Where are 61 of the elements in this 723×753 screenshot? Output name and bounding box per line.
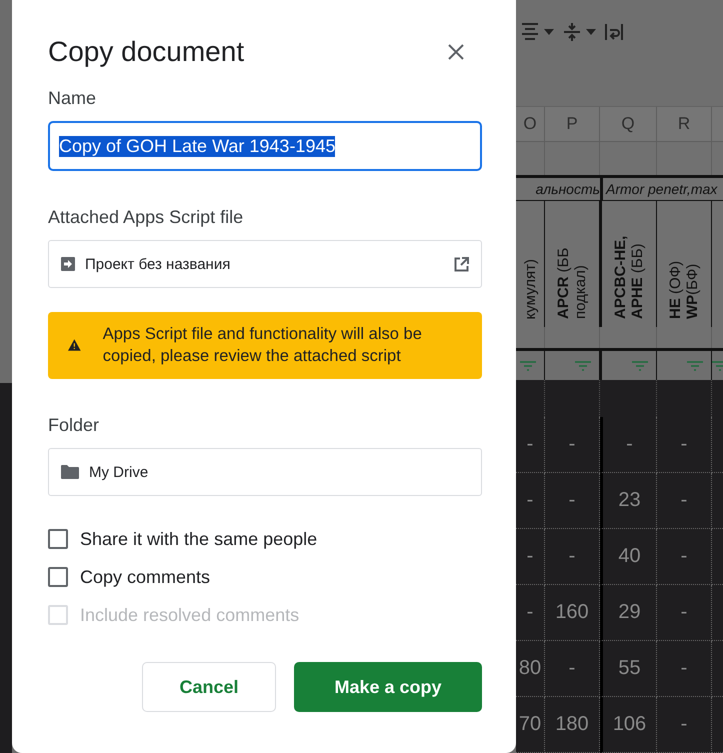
- dialog-title: Copy document: [48, 36, 244, 68]
- table-cell: 29: [600, 585, 657, 641]
- script-label: Attached Apps Script file: [48, 207, 244, 228]
- table-cell: -: [545, 473, 600, 529]
- folder-field[interactable]: My Drive: [48, 448, 482, 496]
- table-cell: -: [657, 641, 712, 697]
- table-cell: -: [657, 585, 712, 641]
- table-cell: -: [600, 417, 657, 473]
- align-center-icon[interactable]: [520, 22, 540, 42]
- text-wrap-icon[interactable]: [604, 22, 624, 42]
- filter-icon[interactable]: [520, 360, 536, 370]
- table-cell: 160: [545, 585, 600, 641]
- group-header: альность: [516, 175, 600, 201]
- table-cell: 106: [600, 697, 657, 753]
- field-header: кумулят): [522, 258, 538, 319]
- close-icon: [446, 42, 466, 62]
- column-header[interactable]: R: [657, 107, 712, 142]
- caret-icon: [586, 29, 596, 35]
- table-cell: -: [657, 697, 712, 753]
- table-cell: [657, 380, 712, 417]
- table-cell: -: [657, 529, 712, 585]
- table-cell: 40: [600, 529, 657, 585]
- folder-icon: [61, 465, 79, 479]
- table-cell: [600, 380, 657, 417]
- table-cell: 23: [600, 473, 657, 529]
- table-cell: -: [545, 529, 600, 585]
- table-cell: 55: [600, 641, 657, 697]
- column-header[interactable]: Q: [600, 107, 657, 142]
- table-cell: -: [516, 585, 545, 641]
- column-header[interactable]: O: [516, 107, 545, 142]
- column-header[interactable]: P: [545, 107, 600, 142]
- vertical-align-icon[interactable]: [562, 22, 582, 42]
- open-external-icon[interactable]: [454, 256, 469, 272]
- table-cell: -: [545, 417, 600, 473]
- table-cell: 180: [545, 697, 600, 753]
- filter-icon[interactable]: [632, 360, 648, 370]
- filter-icon[interactable]: [575, 360, 591, 370]
- field-header: HE (ОФ) WP(БФ): [667, 260, 701, 319]
- table-cell: -: [545, 641, 600, 697]
- filter-icon[interactable]: [687, 360, 703, 370]
- option-checkbox[interactable]: Copy comments: [48, 558, 482, 596]
- table-cell: -: [516, 473, 545, 529]
- table-cell: -: [516, 417, 545, 473]
- name-field[interactable]: Copy of GOH Late War 1943-1945: [48, 121, 482, 171]
- table-cell: -: [516, 529, 545, 585]
- caret-icon: [544, 29, 554, 35]
- script-file-field[interactable]: Проект без названия: [48, 240, 482, 288]
- table-cell: 80: [516, 641, 545, 697]
- table-cell: [545, 380, 600, 417]
- table-cell: 70: [516, 697, 545, 753]
- option-checkbox[interactable]: Share it with the same people: [48, 520, 482, 558]
- folder-label: Folder: [48, 415, 100, 436]
- make-copy-button[interactable]: Make a copy: [294, 662, 482, 712]
- table-cell: [516, 380, 545, 417]
- script-file-icon: [61, 257, 75, 271]
- cancel-button[interactable]: Cancel: [142, 662, 276, 712]
- table-cell: -: [657, 417, 712, 473]
- name-label: Name: [48, 88, 98, 109]
- warning-text: Apps Script file and functionality will also be copied, please review the attached script: [102, 324, 423, 367]
- table-cell: -: [657, 473, 712, 529]
- group-header: Armor penetr,max: [600, 175, 723, 201]
